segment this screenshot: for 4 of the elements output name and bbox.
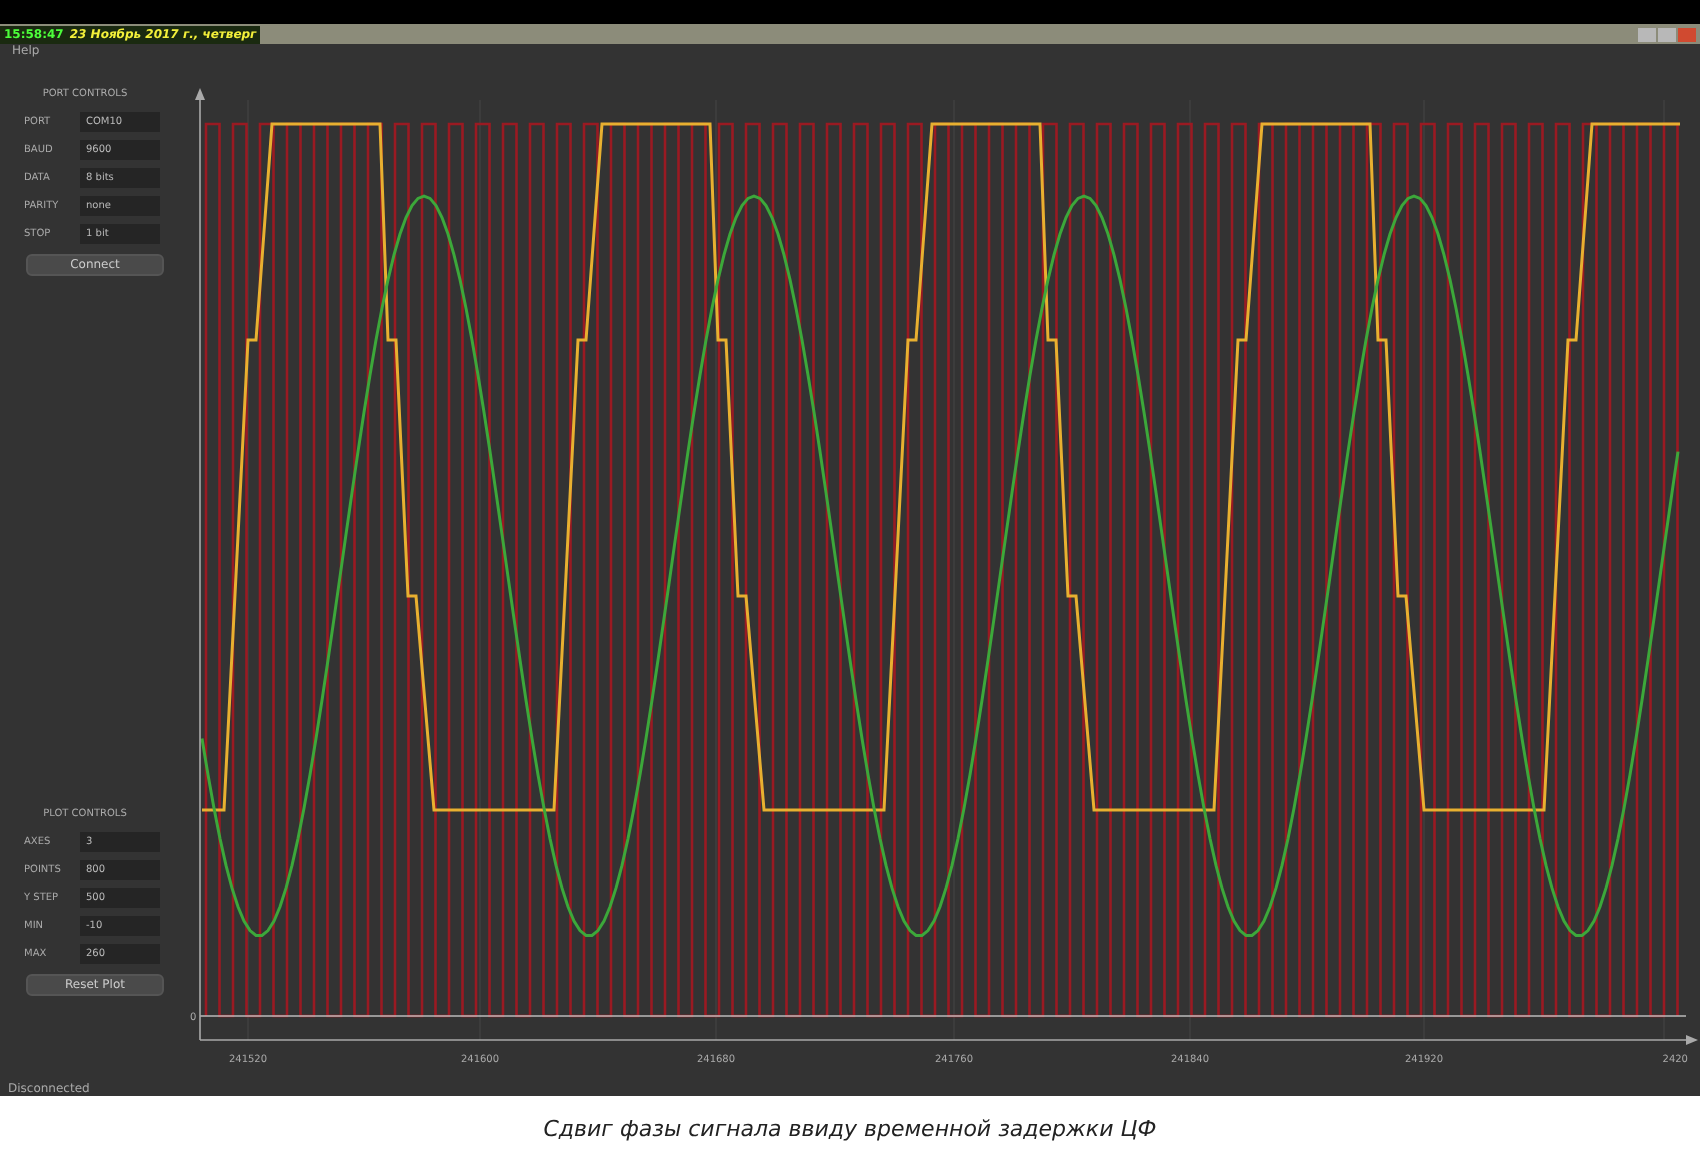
figure-caption: Сдвиг фазы сигнала ввиду временной задержки ЦФ [543, 1115, 1157, 1141]
maximize-icon[interactable] [1658, 27, 1676, 41]
close-icon[interactable] [1678, 27, 1696, 41]
minimize-icon[interactable] [1638, 27, 1656, 41]
